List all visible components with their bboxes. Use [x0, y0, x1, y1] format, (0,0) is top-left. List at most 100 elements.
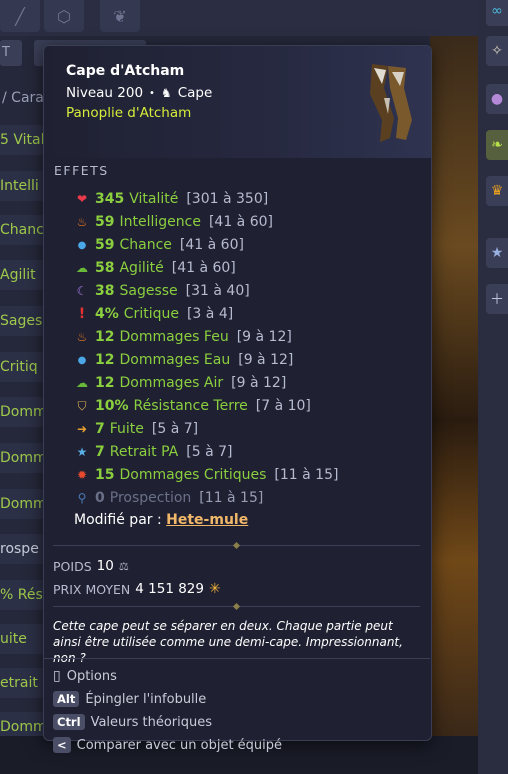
feather-icon: ❦: [113, 6, 127, 26]
effect-name: Dommages Air: [119, 375, 224, 391]
side-stat-item[interactable]: Critiq: [0, 352, 44, 382]
axe-icon[interactable]: ✧: [486, 36, 508, 66]
background-button[interactable]: T: [0, 40, 22, 66]
effect-row: ➜ 7 Fuite [5 à 7]: [74, 419, 198, 439]
effect-range: [3 à 4]: [186, 306, 234, 322]
effect-value: 4%: [95, 306, 119, 322]
side-stat-item[interactable]: Chanc: [0, 215, 44, 245]
side-stat-item[interactable]: Domm: [0, 397, 44, 427]
side-stat-item[interactable]: Domm: [0, 443, 44, 473]
plus-icon[interactable]: ＋: [486, 284, 508, 314]
orb-icon[interactable]: ●: [486, 84, 508, 114]
price-label: PRIX MOYEN: [53, 581, 131, 597]
side-stat-item[interactable]: % Rési: [0, 580, 44, 610]
effect-value: 15: [95, 467, 115, 483]
exit-arrow-icon: ➜: [76, 422, 88, 436]
effect-value: 10%: [95, 398, 129, 414]
side-stat-item[interactable]: rospe: [0, 534, 44, 564]
star-slot-icon[interactable]: ★: [486, 238, 508, 268]
equipment-slot-staff[interactable]: ╱: [0, 0, 40, 32]
effect-name: Résistance Terre: [133, 398, 248, 414]
modified-label: Modifié par :: [74, 512, 162, 528]
key-badge: Ctrl: [53, 714, 85, 730]
effect-range: [9 à 12]: [238, 352, 294, 368]
effect-name: Vitalité: [129, 191, 179, 207]
effect-name: Sagesse: [119, 283, 178, 299]
effect-range: [9 à 12]: [236, 329, 292, 345]
effect-name: Intelligence: [119, 214, 201, 230]
equipment-slot-feather[interactable]: ❦: [100, 0, 140, 32]
star-icon: ★: [76, 445, 88, 459]
effect-range: [41 à 60]: [179, 237, 244, 253]
side-stat-item[interactable]: Agilit: [0, 260, 44, 290]
fire-icon: ♨: [76, 330, 88, 344]
infinity-icon[interactable]: ∞: [486, 0, 508, 26]
earth-icon: ☁: [76, 261, 88, 275]
item-type: Cape: [177, 85, 213, 101]
hint-label: Valeurs théoriques: [90, 714, 213, 730]
effect-value: 12: [95, 375, 115, 391]
effect-value: 12: [95, 352, 115, 368]
equipment-slot-shield[interactable]: ⬡: [44, 0, 84, 32]
effect-value: 59: [95, 237, 115, 253]
effect-value: 345: [95, 191, 125, 207]
side-stat-item[interactable]: etrait: [0, 668, 44, 698]
side-stat-item[interactable]: Intelli: [0, 171, 44, 201]
crown-icon[interactable]: ♛: [486, 176, 508, 206]
effects-title: EFFETS: [54, 163, 109, 178]
effect-name: Agilité: [119, 260, 164, 276]
right-toolbar: [478, 0, 508, 774]
hint-line: Alt Épingler l'infobulle: [53, 691, 206, 707]
side-stat-item[interactable]: 5 Vital: [0, 125, 44, 155]
modified-by-line: Modifié par : Hete-mule: [74, 512, 248, 528]
modified-by-link[interactable]: Hete-mule: [166, 512, 248, 528]
effect-row: ✹ 15 Dommages Critiques [11 à 15]: [74, 465, 338, 485]
effect-row: ★ 7 Retrait PA [5 à 7]: [74, 442, 233, 462]
weight-icon: ⚖: [118, 559, 129, 573]
exclamation-icon: !: [78, 306, 86, 322]
effect-range: [301 à 350]: [186, 191, 269, 207]
effect-value: 38: [95, 283, 115, 299]
effect-row: ♨ 12 Dommages Feu [9 à 12]: [74, 327, 292, 347]
effect-name: Dommages Feu: [119, 329, 229, 345]
hint-line: < Comparer avec un objet équipé: [53, 737, 282, 753]
effect-name: Dommages Eau: [119, 352, 231, 368]
hint-label: Épingler l'infobulle: [85, 691, 207, 707]
effect-row: ♨ 59 Intelligence [41 à 60]: [74, 212, 273, 232]
effect-row: ! 4% Critique [3 à 4]: [74, 304, 233, 324]
effect-range: [5 à 7]: [151, 421, 199, 437]
effect-range: [31 à 40]: [185, 283, 250, 299]
effect-range: [5 à 7]: [186, 444, 233, 460]
effect-name: Prospection: [109, 490, 192, 506]
magnifier-icon: ⚲: [77, 491, 87, 505]
effect-range: [41 à 60]: [171, 260, 236, 276]
item-name: Cape d'Atcham: [66, 63, 185, 79]
weight-line: POIDS 10 ⚖: [53, 558, 129, 574]
cape-item-image: [370, 64, 412, 142]
effect-value: 59: [95, 214, 115, 230]
effect-name: Fuite: [109, 421, 144, 437]
effect-name: Critique: [123, 306, 179, 322]
separator: •: [149, 87, 155, 99]
heart-icon: ❤: [76, 192, 88, 206]
breadcrumb: / Cara: [2, 90, 44, 106]
item-level: Niveau 200: [66, 85, 144, 101]
side-stat-item[interactable]: uite: [0, 624, 44, 654]
effect-value: 7: [95, 444, 105, 460]
mouse-icon: ▯: [53, 668, 61, 684]
leaf-icon[interactable]: ❧: [486, 130, 508, 160]
effect-name: Retrait PA: [109, 444, 179, 460]
effect-name: Dommages Critiques: [119, 467, 267, 483]
effect-name: Chance: [119, 237, 172, 253]
effect-row: ⚲ 0 Prospection [11 à 15]: [74, 488, 264, 508]
price-line: PRIX MOYEN 4 151 829 ✳: [53, 581, 221, 597]
effect-range: [7 à 10]: [255, 398, 311, 414]
effect-row: ☁ 12 Dommages Air [9 à 12]: [74, 373, 286, 393]
side-stat-item[interactable]: Sages: [0, 306, 44, 336]
fire-icon: ♨: [76, 215, 88, 229]
price-value: 4 151 829: [135, 581, 204, 597]
item-set-name[interactable]: Panoplie d'Atcham: [66, 105, 191, 121]
divider-3: [44, 658, 430, 659]
side-stat-item[interactable]: Domm: [0, 489, 44, 519]
moon-icon: ☾: [76, 284, 88, 298]
